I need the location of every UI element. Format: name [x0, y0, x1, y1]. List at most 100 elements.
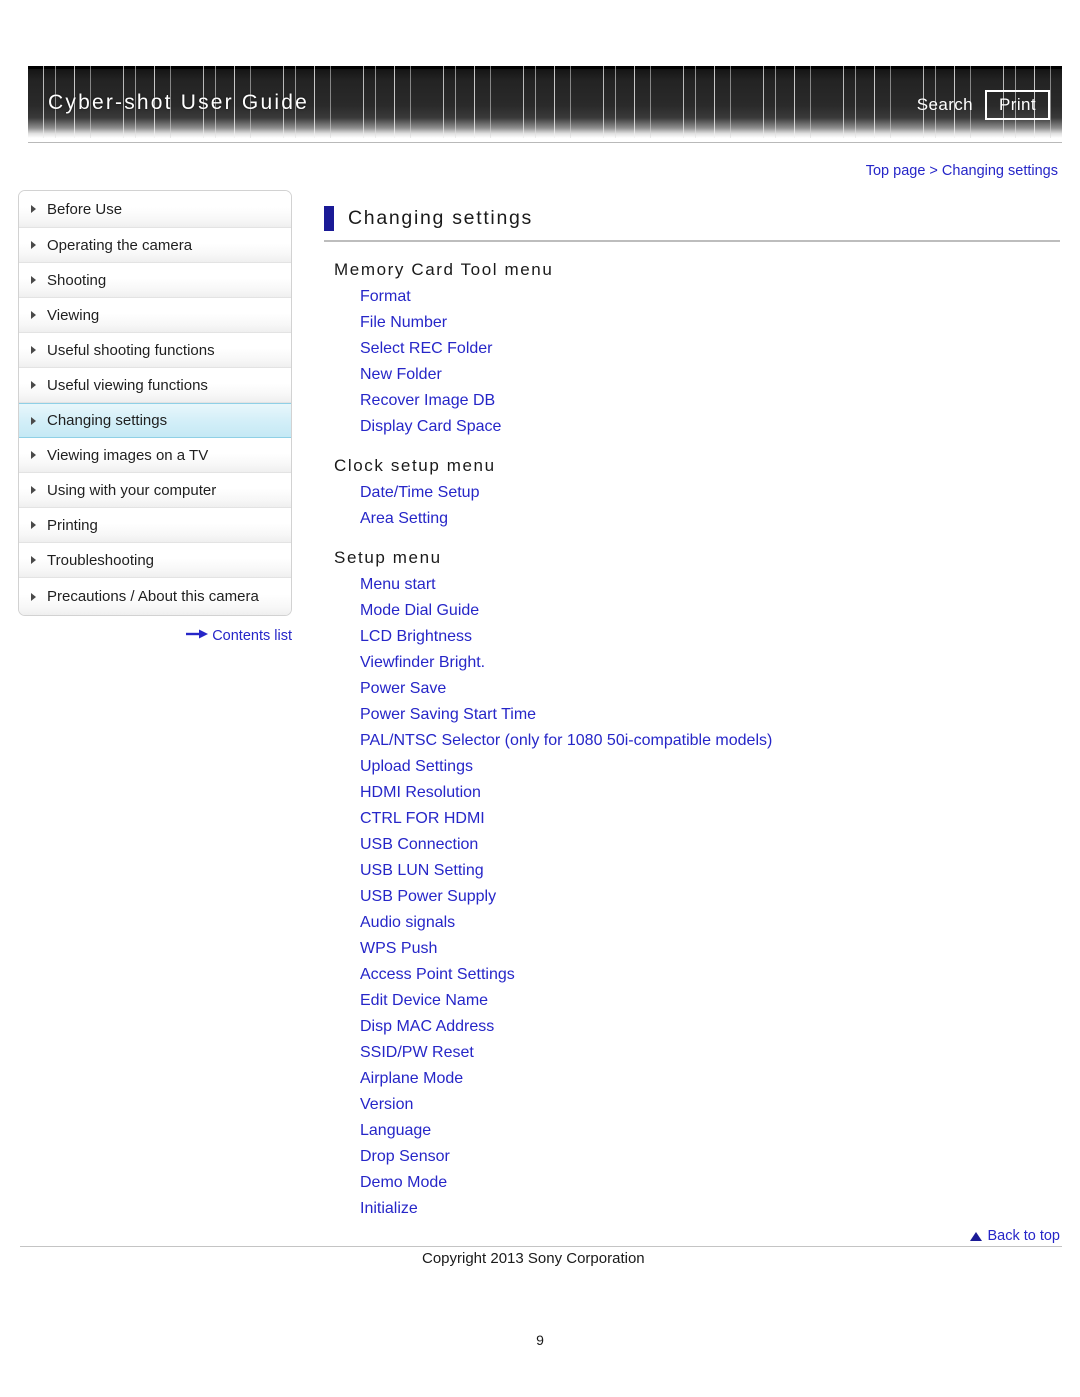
sidebar-item-printing[interactable]: Printing	[19, 508, 291, 543]
sidebar-item-viewing[interactable]: Viewing	[19, 298, 291, 333]
sidebar-nav: Before Use Operating the camera Shooting Vi…	[18, 190, 292, 616]
triangle-right-icon	[31, 451, 36, 459]
content-link[interactable]: SSID/PW Reset	[360, 1040, 474, 1066]
content-link[interactable]: USB Connection	[360, 832, 478, 858]
triangle-right-icon	[31, 241, 36, 249]
sidebar-item-useful-viewing-functions[interactable]: Useful viewing functions	[19, 368, 291, 403]
sidebar-item-label: Viewing images on a TV	[47, 446, 209, 464]
triangle-right-icon	[31, 556, 36, 564]
content-section: Clock setup menu Date/Time Setup Area Sett…	[324, 456, 1064, 532]
section-link-list: Format File Number Select REC Folder New Fo…	[324, 284, 1064, 440]
page-title: Changing settings	[348, 207, 534, 229]
sidebar-item-changing-settings[interactable]: Changing settings	[19, 403, 291, 438]
print-button[interactable]: Print	[985, 90, 1050, 120]
content-link[interactable]: PAL/NTSC Selector (only for 1080 50i-com…	[360, 728, 772, 754]
section-heading: Setup menu	[334, 548, 442, 567]
content-link[interactable]: Format	[360, 284, 411, 310]
sidebar-item-before-use[interactable]: Before Use	[19, 191, 291, 228]
sidebar-item-label: Useful viewing functions	[47, 376, 208, 394]
content-link[interactable]: Date/Time Setup	[360, 480, 479, 506]
sidebar-item-label: Before Use	[47, 200, 123, 218]
sidebar-item-troubleshooting[interactable]: Troubleshooting	[19, 543, 291, 578]
content-link[interactable]: Drop Sensor	[360, 1144, 450, 1170]
content-link[interactable]: WPS Push	[360, 936, 437, 962]
content-link[interactable]: Select REC Folder	[360, 336, 493, 362]
triangle-right-icon	[31, 592, 36, 601]
section-heading: Clock setup menu	[334, 456, 496, 475]
content-link[interactable]: USB LUN Setting	[360, 858, 484, 884]
content-link[interactable]: HDMI Resolution	[360, 780, 481, 806]
content-link[interactable]: Access Point Settings	[360, 962, 515, 988]
triangle-right-icon	[31, 381, 36, 389]
content-link[interactable]: Display Card Space	[360, 414, 501, 440]
breadcrumb-separator: >	[929, 163, 938, 179]
header-actions: Search Print	[917, 90, 1050, 120]
sidebar-item-precautions-about-this-camera[interactable]: Precautions / About this camera	[19, 578, 291, 615]
back-to-top-link[interactable]: Back to top	[970, 1228, 1060, 1244]
sidebar-item-label: Precautions / About this camera	[47, 588, 259, 605]
site-title: Cyber-shot User Guide	[48, 91, 309, 114]
section-link-list: Date/Time Setup Area Setting	[324, 480, 1064, 532]
back-to-top-label: Back to top	[987, 1228, 1060, 1244]
sidebar-item-useful-shooting-functions[interactable]: Useful shooting functions	[19, 333, 291, 368]
sidebar-item-label: Printing	[47, 516, 98, 534]
main-content: Changing settings Memory Card Tool menu F…	[324, 206, 1064, 1222]
page-number: 9	[536, 1332, 544, 1348]
triangle-right-icon	[31, 416, 36, 425]
sidebar-item-operating-the-camera[interactable]: Operating the camera	[19, 228, 291, 263]
section-list: Memory Card Tool menu Format File Number Se…	[324, 260, 1064, 1222]
content-link[interactable]: Initialize	[360, 1196, 418, 1222]
arrow-right-icon	[186, 627, 209, 643]
content-link[interactable]: File Number	[360, 310, 447, 336]
content-link[interactable]: CTRL FOR HDMI	[360, 806, 485, 832]
contents-list-link[interactable]: Contents list	[18, 628, 292, 644]
content-link[interactable]: Language	[360, 1118, 431, 1144]
section-heading: Memory Card Tool menu	[334, 260, 554, 279]
triangle-up-icon	[970, 1232, 983, 1241]
page-title-row: Changing settings	[324, 206, 1060, 242]
sidebar-item-viewing-images-on-a-tv[interactable]: Viewing images on a TV	[19, 438, 291, 473]
sidebar-item-label: Viewing	[47, 306, 100, 324]
sidebar-item-label: Changing settings	[47, 412, 168, 429]
content-link[interactable]: Version	[360, 1092, 413, 1118]
breadcrumb-top-page-link[interactable]: Top page	[866, 163, 926, 179]
content-link[interactable]: Area Setting	[360, 506, 448, 532]
sidebar-item-label: Using with your computer	[47, 481, 217, 499]
content-link[interactable]: New Folder	[360, 362, 442, 388]
content-link[interactable]: Upload Settings	[360, 754, 473, 780]
content-link[interactable]: Power Save	[360, 676, 446, 702]
breadcrumb: Top page > Changing settings	[866, 163, 1058, 179]
content-section: Memory Card Tool menu Format File Number Se…	[324, 260, 1064, 440]
content-link[interactable]: USB Power Supply	[360, 884, 496, 910]
breadcrumb-current: Changing settings	[941, 163, 1058, 179]
triangle-right-icon	[31, 346, 36, 354]
content-link[interactable]: Menu start	[360, 572, 436, 598]
triangle-right-icon	[31, 521, 36, 529]
sidebar-item-label: Operating the camera	[47, 236, 193, 254]
content-link[interactable]: Audio signals	[360, 910, 455, 936]
triangle-right-icon	[31, 311, 36, 319]
header-bottom-rule	[28, 142, 1062, 143]
triangle-right-icon	[31, 276, 36, 284]
content-link[interactable]: Power Saving Start Time	[360, 702, 536, 728]
triangle-right-icon	[31, 205, 36, 213]
sidebar-item-using-with-your-computer[interactable]: Using with your computer	[19, 473, 291, 508]
copyright-text: Copyright 2013 Sony Corporation	[422, 1250, 645, 1267]
page-title-marker	[324, 206, 334, 231]
content-link[interactable]: Demo Mode	[360, 1170, 447, 1196]
sidebar-item-label: Troubleshooting	[47, 551, 155, 569]
sidebar-item-shooting[interactable]: Shooting	[19, 263, 291, 298]
content-link[interactable]: Viewfinder Bright.	[360, 650, 485, 676]
contents-list-label: Contents list	[212, 628, 292, 644]
search-button[interactable]: Search	[917, 95, 973, 115]
site-header: Cyber-shot User Guide Search Print	[28, 66, 1062, 143]
sidebar-item-label: Shooting	[47, 271, 107, 289]
content-link[interactable]: Mode Dial Guide	[360, 598, 479, 624]
triangle-right-icon	[31, 486, 36, 494]
content-link[interactable]: Airplane Mode	[360, 1066, 463, 1092]
content-link[interactable]: LCD Brightness	[360, 624, 472, 650]
content-link[interactable]: Disp MAC Address	[360, 1014, 494, 1040]
content-link[interactable]: Edit Device Name	[360, 988, 488, 1014]
sidebar-item-label: Useful shooting functions	[47, 341, 215, 359]
content-link[interactable]: Recover Image DB	[360, 388, 495, 414]
